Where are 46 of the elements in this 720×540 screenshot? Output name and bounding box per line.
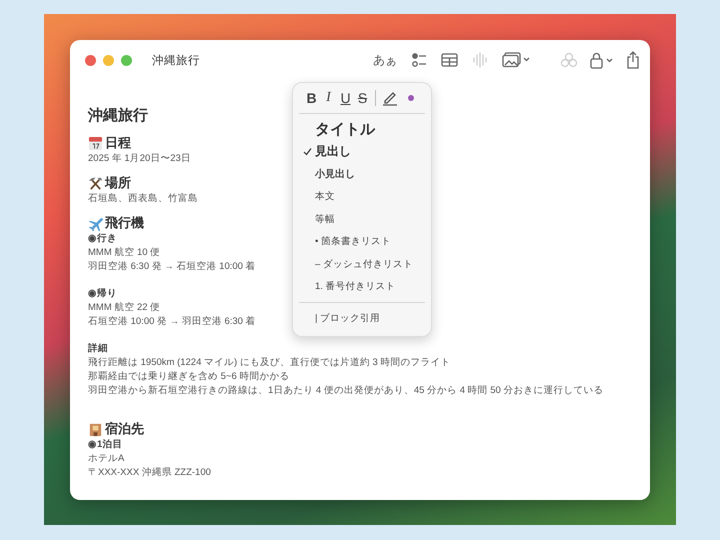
note-line: 〒XXX-XXX 沖縄県 ZZZ-100 — [88, 466, 211, 480]
color-dot[interactable] — [408, 95, 414, 101]
menu-item[interactable]: 等幅 — [299, 208, 425, 230]
hammer-pick-icon — [88, 176, 103, 190]
format-button[interactable]: あぁ — [373, 52, 397, 68]
note-line: 飛行距離は 1950km (1224 マイル) にも及び、直行便では片道約 3 時間のフライト — [88, 356, 450, 370]
note-line: ◉1泊目 — [88, 438, 122, 452]
menu-item[interactable]: 小見出し — [299, 163, 425, 186]
note-line: ホテルA — [88, 452, 124, 466]
note-line: MMM 航空 22 便 — [88, 301, 160, 315]
note-line: 那覇経由では乗り継ぎを含め 5~6 時間かかる — [88, 370, 290, 384]
note-line: 羽田空港 6:30 発 → 石垣空港 10:00 着 — [88, 260, 256, 274]
menu-item[interactable]: 1. 番号付きリスト — [299, 276, 425, 298]
bold-button[interactable]: B — [303, 90, 320, 106]
hotel-icon — [88, 422, 103, 436]
menu-item[interactable]: • 箇条書きリスト — [299, 230, 425, 253]
table-button[interactable] — [441, 53, 458, 67]
menu-item[interactable]: | ブロック引用 — [299, 307, 425, 330]
section-heading: 場所 — [105, 174, 131, 192]
note-line: 石垣島、西表島、竹富島 — [88, 192, 198, 206]
note-line: ◉帰り — [88, 287, 117, 301]
checklist-button[interactable] — [411, 52, 427, 68]
note-line: 2025 年 1月20日〜23日 — [88, 152, 191, 166]
note-line: 羽田空港から新石垣空港行きの路線は、1日あたり 4 便の出発便があり、45 分から 4 時間 50 分おきに運行している — [88, 384, 604, 398]
section-heading: 日程 — [105, 134, 131, 152]
note-line: 石垣空港 10:00 発 → 羽田空港 6:30 着 — [88, 315, 256, 329]
note-line: MMM 航空 10 便 — [88, 246, 160, 260]
note-line: ◉行き — [88, 232, 117, 246]
close-button[interactable] — [85, 54, 96, 66]
media-button[interactable] — [502, 52, 530, 68]
menu-item[interactable]: タイトル — [299, 118, 425, 140]
window-title: 沖縄旅行 — [152, 54, 200, 68]
italic-button[interactable]: I — [320, 90, 337, 106]
strike-button[interactable]: S — [354, 90, 371, 106]
note-title: 沖縄旅行 — [88, 106, 149, 125]
section-heading: 飛行機 — [105, 214, 144, 232]
menu-item[interactable]: – ダッシュ付きリスト — [299, 253, 425, 276]
highlighter-icon[interactable] — [382, 90, 398, 106]
share-button[interactable] — [626, 51, 640, 69]
underline-button[interactable]: U — [337, 90, 354, 106]
menu-item[interactable]: 見出し — [299, 140, 425, 163]
menu-item[interactable]: 本文 — [299, 186, 425, 208]
airplane-icon — [88, 216, 103, 230]
note-line: 詳細 — [88, 342, 108, 356]
section-heading: 宿泊先 — [105, 420, 144, 438]
calendar-icon — [88, 136, 103, 150]
